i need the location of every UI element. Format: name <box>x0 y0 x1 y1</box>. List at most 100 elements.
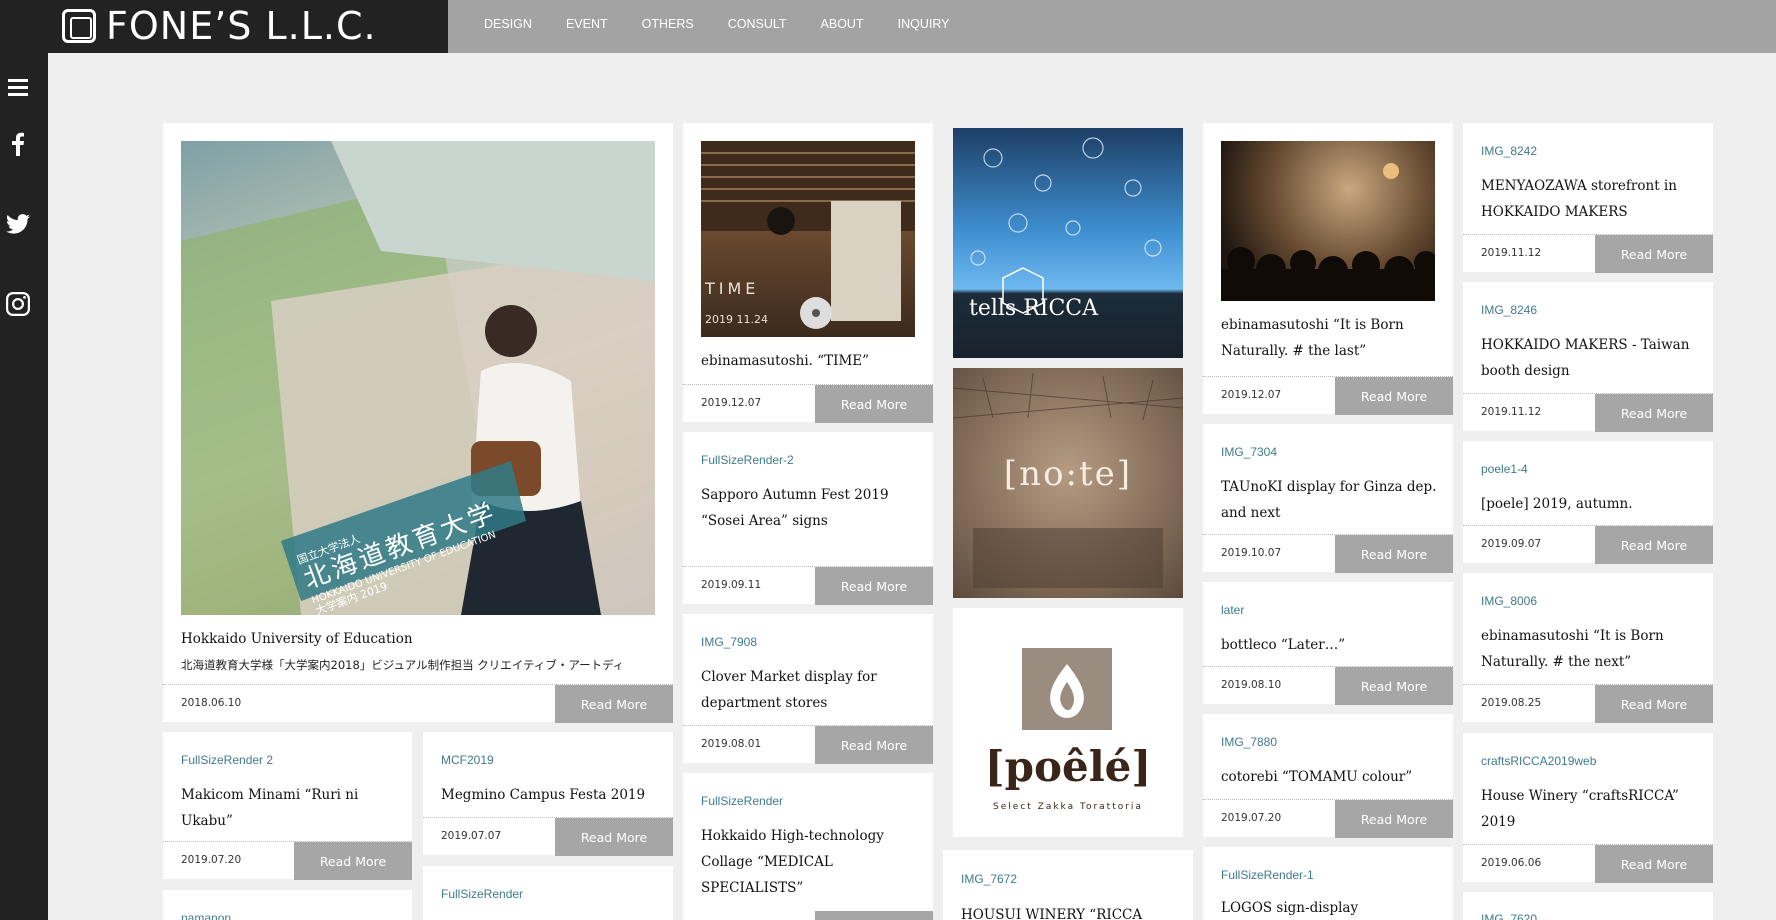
card-title[interactable]: TAUnoKI display for Ginza dep. and next <box>1221 474 1436 526</box>
card-title[interactable]: [poele] 2019, autumn. <box>1481 491 1632 517</box>
nav-consult[interactable]: CONSULT <box>728 17 787 31</box>
card-tag[interactable]: IMG_7304 <box>1221 445 1277 459</box>
read-more-button[interactable]: Read More <box>294 842 412 880</box>
read-more-button[interactable]: Read More <box>1595 685 1713 723</box>
read-more-button[interactable]: Read More <box>815 567 933 605</box>
card-title[interactable]: Megmino Campus Festa 2019 <box>441 782 645 808</box>
card-born-next[interactable]: IMG_8006 ebinamasutoshi “It is Born Natu… <box>1463 573 1713 723</box>
card-tag[interactable]: IMG_7672 <box>961 872 1017 886</box>
card-image[interactable]: TIME 2019 11.24 <box>701 141 915 337</box>
menu-icon[interactable] <box>6 76 30 100</box>
note-image[interactable]: [no:te] <box>953 368 1183 598</box>
card-tag[interactable]: namanon <box>181 911 231 920</box>
read-more-button[interactable]: Read More <box>815 385 933 423</box>
read-more-button[interactable]: Read More <box>1595 235 1713 273</box>
card-title[interactable]: Makicom Minami “Ruri ni Ukabu” <box>181 782 358 834</box>
card-title[interactable]: cotorebi “TOMAMU colour” <box>1221 764 1412 790</box>
facebook-icon[interactable] <box>6 132 30 156</box>
card-tag[interactable]: craftsRICCA2019web <box>1481 754 1596 768</box>
card-title[interactable]: Clover Market display for department sto… <box>701 664 877 716</box>
read-more-button[interactable] <box>815 911 933 920</box>
title-line: department stores <box>701 695 828 711</box>
card-image[interactable]: 国立大学法人 北海道教育大学 HOKKAIDO UNIVERSITY OF ED… <box>181 141 655 615</box>
card-title[interactable]: bottleco “Later…” <box>1221 632 1345 658</box>
concert-photo <box>1221 163 1435 301</box>
title-line: Hokkaido High-technology <box>701 828 884 844</box>
card-tag[interactable]: FullSizeRender <box>701 794 783 808</box>
twitter-icon[interactable] <box>6 212 30 236</box>
read-more-button[interactable]: Read More <box>1335 667 1453 705</box>
card-tag[interactable]: FullSizeRender 2 <box>181 753 273 767</box>
ricca-image[interactable]: tells RICCA <box>953 128 1183 358</box>
title-line: HOKKAIDO MAKERS - Taiwan <box>1481 337 1690 353</box>
ricca-photo <box>970 137 1162 314</box>
card-poele[interactable]: poele1-4 [poele] 2019, autumn. 2019.09.0… <box>1463 441 1713 564</box>
card-title[interactable]: ebinamasutoshi “It is Born Naturally. # … <box>1481 623 1664 675</box>
card-tag[interactable]: MCF2019 <box>441 753 494 767</box>
card-title[interactable]: HOUSUI WINERY “RICCA <box>961 902 1142 920</box>
card-image[interactable] <box>1221 141 1435 301</box>
card-tag[interactable]: IMG_8246 <box>1481 303 1537 317</box>
card-img7620[interactable]: IMG_7620 <box>1463 892 1713 920</box>
card-title[interactable]: LOGOS sign-display <box>1221 895 1358 920</box>
read-more-button[interactable]: Read More <box>1595 394 1713 432</box>
card-clover[interactable]: IMG_7908 Clover Market display for depar… <box>683 614 933 764</box>
card-megmino[interactable]: MCF2019 Megmino Campus Festa 2019 2019.0… <box>423 732 673 856</box>
card-tag[interactable]: IMG_8006 <box>1481 594 1537 608</box>
card-winery[interactable]: craftsRICCA2019web House Winery “craftsR… <box>1463 733 1713 883</box>
card-title[interactable]: Hokkaido High-technology Collage “MEDICA… <box>701 823 884 901</box>
nav-others[interactable]: OTHERS <box>642 17 694 31</box>
card-hokkaido-university[interactable]: 国立大学法人 北海道教育大学 HOKKAIDO UNIVERSITY OF ED… <box>163 123 673 723</box>
nav-event[interactable]: EVENT <box>566 17 608 31</box>
card-title[interactable]: House Winery “craftsRICCA” 2019 <box>1481 783 1679 835</box>
card-tag[interactable]: IMG_7880 <box>1221 735 1277 749</box>
card-logos[interactable]: FullSizeRender-1 LOGOS sign-display <box>1203 847 1453 920</box>
card-taunoki[interactable]: IMG_7304 TAUnoKI display for Ginza dep. … <box>1203 424 1453 573</box>
card-title[interactable]: MENYAOZAWA storefront in HOKKAIDO MAKERS <box>1481 173 1677 225</box>
card-tag[interactable]: IMG_7620 <box>1481 912 1537 920</box>
card-title[interactable]: Sapporo Autumn Fest 2019 “Sosei Area” si… <box>701 482 889 534</box>
card-tag[interactable]: IMG_8242 <box>1481 144 1537 158</box>
card-title[interactable]: ebinamasutoshi. “TIME” <box>701 348 869 374</box>
card-taiwan[interactable]: IMG_8246 HOKKAIDO MAKERS - Taiwan booth … <box>1463 282 1713 432</box>
card-tag[interactable]: FullSizeRender-2 <box>701 453 794 467</box>
read-more-button[interactable]: Read More <box>815 726 933 764</box>
card-tag[interactable]: FullSizeRender-1 <box>1221 868 1314 882</box>
read-more-button[interactable]: Read More <box>1335 377 1453 415</box>
card-date: 2019.08.10 <box>1221 679 1282 691</box>
nav-about[interactable]: ABOUT <box>821 17 864 31</box>
poele-image[interactable]: [poêlé] Select Zakka Torattoria <box>953 608 1183 837</box>
read-more-button[interactable]: Read More <box>1595 526 1713 564</box>
card-menyaozawa[interactable]: IMG_8242 MENYAOZAWA storefront in HOKKAI… <box>1463 123 1713 273</box>
card-makicom[interactable]: FullSizeRender 2 Makicom Minami “Ruri ni… <box>163 732 412 880</box>
card-namanon[interactable]: namanon <box>163 890 412 920</box>
read-more-button[interactable]: Read More <box>555 685 673 723</box>
card-sapporo[interactable]: FullSizeRender-2 Sapporo Autumn Fest 201… <box>683 432 933 605</box>
read-more-button[interactable]: Read More <box>555 818 673 856</box>
card-title[interactable]: HOKKAIDO MAKERS - Taiwan booth design <box>1481 332 1689 384</box>
nav-design[interactable]: DESIGN <box>484 17 532 31</box>
read-more-button[interactable]: Read More <box>1335 800 1453 838</box>
read-more-button[interactable]: Read More <box>1595 845 1713 883</box>
card-housui[interactable]: IMG_7672 HOUSUI WINERY “RICCA <box>943 850 1193 920</box>
card-tag[interactable]: IMG_7908 <box>701 635 757 649</box>
card-tag[interactable]: poele1-4 <box>1481 462 1528 476</box>
card-cotorebi[interactable]: IMG_7880 cotorebi “TOMAMU colour” 2019.0… <box>1203 714 1453 838</box>
card-title[interactable]: Hokkaido University of Education <box>181 626 413 652</box>
card-tag[interactable]: later <box>1221 603 1244 617</box>
card-date: 2019.09.11 <box>701 579 762 591</box>
instagram-icon[interactable] <box>6 292 30 316</box>
title-line: 2019 <box>1481 814 1516 830</box>
card-date: 2019.12.07 <box>701 397 762 409</box>
card-born-last[interactable]: ebinamasutoshi “It is Born Naturally. # … <box>1203 123 1453 415</box>
read-more-button[interactable]: Read More <box>1335 535 1453 573</box>
card-tag[interactable]: FullSizeRender <box>441 887 523 901</box>
brand-logo[interactable]: FONE’S L.L.C. <box>62 4 377 48</box>
card-hokkaido-tech[interactable]: FullSizeRender Hokkaido High-technology … <box>683 773 933 920</box>
card-time[interactable]: TIME 2019 11.24 ebinamasutoshi. “TIME” 2… <box>683 123 933 423</box>
card-meta: 2019.11.12 Read More <box>1463 234 1713 273</box>
nav-inquiry[interactable]: INQUIRY <box>898 17 950 31</box>
card-fullsizerender[interactable]: FullSizeRender <box>423 866 673 920</box>
card-title[interactable]: ebinamasutoshi “It is Born Naturally. # … <box>1221 312 1404 364</box>
card-bottleco[interactable]: later bottleco “Later…” 2019.08.10 Read … <box>1203 582 1453 705</box>
